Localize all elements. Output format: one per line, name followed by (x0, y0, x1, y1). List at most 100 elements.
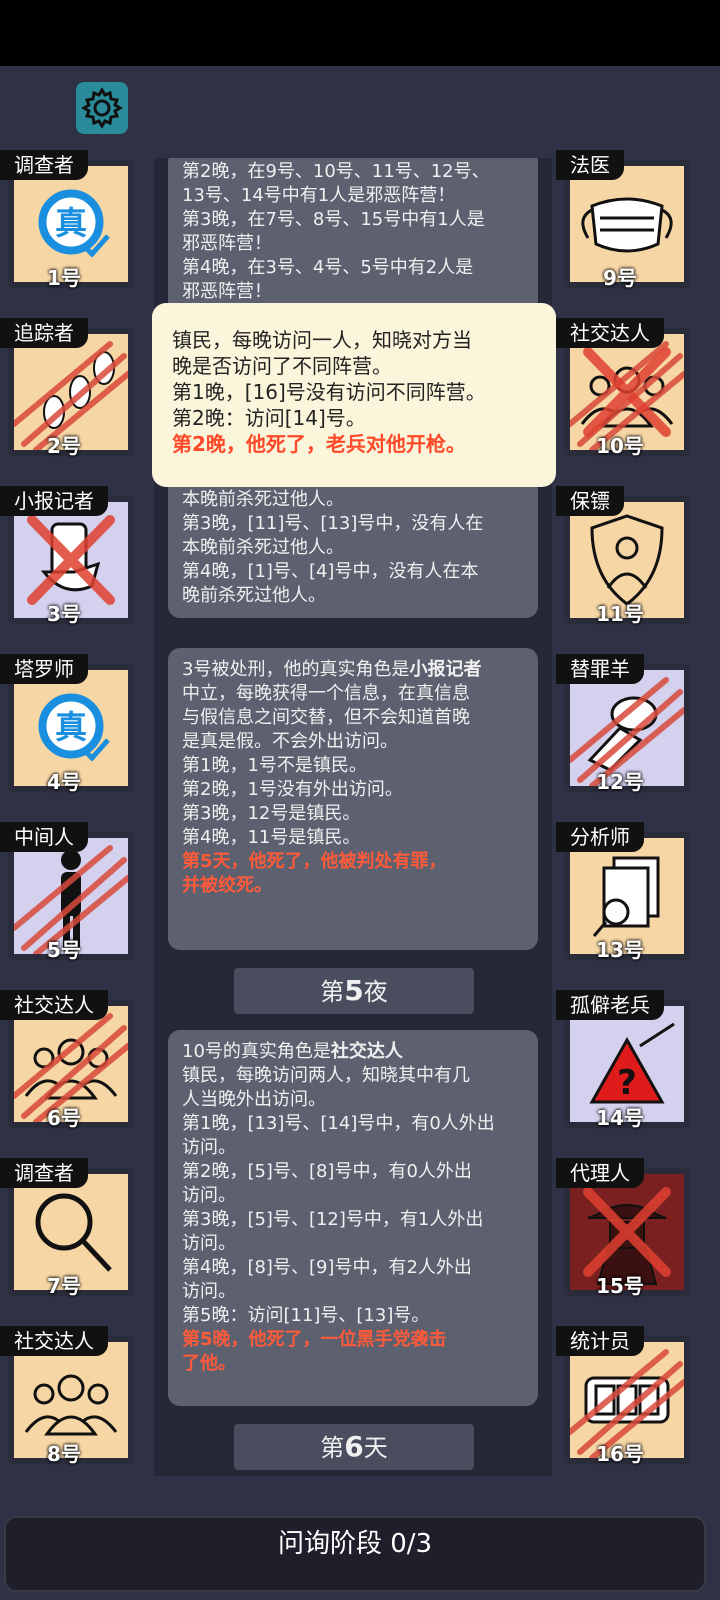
marker-suffix: 天 (363, 1434, 388, 1462)
player-number: 4号 (47, 770, 81, 794)
role-label: 追踪者 (0, 318, 88, 348)
marker-suffix: 夜 (363, 978, 388, 1006)
log-line: 第5晚：访问[11]号、[13]号。 (182, 1305, 430, 1326)
role-label: 社交达人 (556, 318, 664, 348)
log-line: 第2晚：访问[14]号。 (172, 406, 366, 430)
log-line: 了他。 (182, 1353, 236, 1374)
player-tile[interactable]: ? 孤僻老兵 14号 (556, 990, 690, 1130)
player-tile[interactable]: 代理人 15号 (556, 1158, 690, 1298)
phase-bar[interactable]: 问询阶段 0/3 (4, 1516, 706, 1592)
log-line: 并被绞死。 (182, 875, 272, 896)
role-label: 社交达人 (0, 990, 108, 1020)
svg-text:真: 真 (55, 204, 87, 242)
marker-number: 6 (344, 1430, 364, 1463)
log-line: 人当晚外出访问。 (182, 1089, 326, 1110)
role-label: 社交达人 (0, 1326, 108, 1356)
player-number: 11号 (596, 602, 644, 626)
role-label: 孤僻老兵 (556, 990, 664, 1020)
night-marker: 第5夜 (234, 968, 474, 1014)
player-number: 6号 (47, 1106, 81, 1130)
log-line: 晚前杀死过他人。 (182, 585, 326, 606)
log-card: 本晚前杀死过他人。 第3晚，[11]号、[13]号中，没有人在 本晚前杀死过他人。第… (168, 478, 538, 618)
role-label: 替罪羊 (556, 654, 644, 684)
role-label: 小报记者 (0, 486, 108, 516)
player-tile[interactable]: 小报记者 3号 (0, 486, 134, 626)
player-number: 3号 (47, 602, 81, 626)
day-marker: 第6天 (234, 1424, 474, 1470)
log-text: 3号被处刑，他的真实角色是 (182, 659, 410, 680)
marker-prefix: 第 (320, 1434, 345, 1462)
player-tile[interactable]: 社交达人 10号 (556, 318, 690, 458)
log-line: 邪恶阵营！ (182, 281, 272, 302)
log-line: 第4晚，[8]号、[9]号中，有2人外出 (182, 1257, 472, 1278)
role-label: 代理人 (556, 1158, 644, 1188)
player-info-popup[interactable]: 镇民，每晚访问一人，知晓对方当 晚是否访问了不同阵营。 第1晚，[16]号没有访问不… (152, 303, 556, 487)
gear-icon (81, 87, 123, 129)
player-tile[interactable]: 统计员 16号 (556, 1326, 690, 1466)
player-tile[interactable]: 替罪羊 12号 (556, 654, 690, 794)
player-number: 14号 (596, 1106, 644, 1130)
log-line: 第3晚，12号是镇民。 (182, 803, 361, 824)
role-label: 中间人 (0, 822, 88, 852)
log-line: 第1晚，1号不是镇民。 (182, 755, 367, 776)
player-tile[interactable]: 真 塔罗师 4号 (0, 654, 134, 794)
role-label: 法医 (556, 150, 624, 180)
log-line: 第1晚，[16]号没有访问不同阵营。 (172, 380, 486, 404)
player-tile[interactable]: 调查者 7号 (0, 1158, 134, 1298)
log-line: 第3晚，[5]号、[12]号中，有1人外出 (182, 1209, 484, 1230)
log-line: 中立，每晚获得一个信息，在真信息 (182, 683, 470, 704)
role-name: 社交达人 (330, 1041, 403, 1062)
player-number: 8号 (47, 1442, 81, 1466)
log-line: 第2晚，在9号、10号、11号、12号、 (182, 161, 490, 182)
role-label: 统计员 (556, 1326, 644, 1356)
player-tile[interactable]: 社交达人 6号 (0, 990, 134, 1130)
log-line: 本晚前杀死过他人。 (182, 537, 344, 558)
log-line: 晚是否访问了不同阵营。 (172, 354, 392, 378)
log-line: 与假信息之间交替，但不会知道首晚 (182, 707, 470, 728)
player-number: 12号 (596, 770, 644, 794)
player-number: 13号 (596, 938, 644, 962)
player-tile[interactable]: 保镖 11号 (556, 486, 690, 626)
log-line: 邪恶阵营！ (182, 233, 272, 254)
svg-text:真: 真 (55, 708, 87, 746)
log-line: 第5天，他死了，他被判处有罪， (182, 851, 447, 872)
settings-button[interactable] (76, 82, 128, 134)
log-line: 第3晚，[11]号、[13]号中，没有人在 (182, 513, 484, 534)
log-line: 第1晚，[13]号、[14]号中，有0人外出 (182, 1113, 495, 1134)
player-tile[interactable]: 法医 9号 (556, 150, 690, 290)
player-number: 9号 (603, 266, 637, 290)
player-tile[interactable]: 社交达人 8号 (0, 1326, 134, 1466)
log-line: 访问。 (182, 1137, 236, 1158)
player-tile[interactable]: 分析师 13号 (556, 822, 690, 962)
role-label: 分析师 (556, 822, 644, 852)
player-number: 5号 (47, 938, 81, 962)
svg-text:?: ? (617, 1063, 637, 1103)
log-line: 第2晚，1号没有外出访问。 (182, 779, 403, 800)
player-number: 10号 (596, 434, 644, 458)
log-text: 10号的真实角色是 (182, 1041, 331, 1062)
player-tile[interactable]: 中间人 5号 (0, 822, 134, 962)
log-line: 访问。 (182, 1185, 236, 1206)
log-line: 访问。 (182, 1233, 236, 1254)
role-name: 小报记者 (409, 659, 482, 680)
player-number: 1号 (47, 266, 81, 290)
role-label: 塔罗师 (0, 654, 88, 684)
marker-number: 5 (344, 974, 364, 1007)
phase-label: 问询阶段 0/3 (277, 1529, 433, 1559)
log-line: 是真是假。不会外出访问。 (182, 731, 398, 752)
log-line: 第2晚，[5]号、[8]号中，有0人外出 (182, 1161, 472, 1182)
role-label: 调查者 (0, 150, 88, 180)
death-note: 第2晚，他死了，老兵对他开枪。 (172, 432, 466, 456)
player-number: 2号 (47, 434, 81, 458)
player-number: 7号 (47, 1274, 81, 1298)
player-tile[interactable]: 真 调查者 1号 (0, 150, 134, 290)
log-line: 本晚前杀死过他人。 (182, 489, 344, 510)
log-line: 第4晚，在3号、4号、5号中有2人是 (182, 257, 474, 278)
marker-prefix: 第 (320, 978, 345, 1006)
role-label: 保镖 (556, 486, 624, 516)
log-line: 第5晚，他死了，一位黑手党袭击 (182, 1329, 447, 1350)
role-label: 调查者 (0, 1158, 88, 1188)
log-line: 第4晚，[1]号、[4]号中，没有人在本 (182, 561, 479, 582)
log-line: 第4晚，11号是镇民。 (182, 827, 361, 848)
player-tile[interactable]: 追踪者 2号 (0, 318, 134, 458)
